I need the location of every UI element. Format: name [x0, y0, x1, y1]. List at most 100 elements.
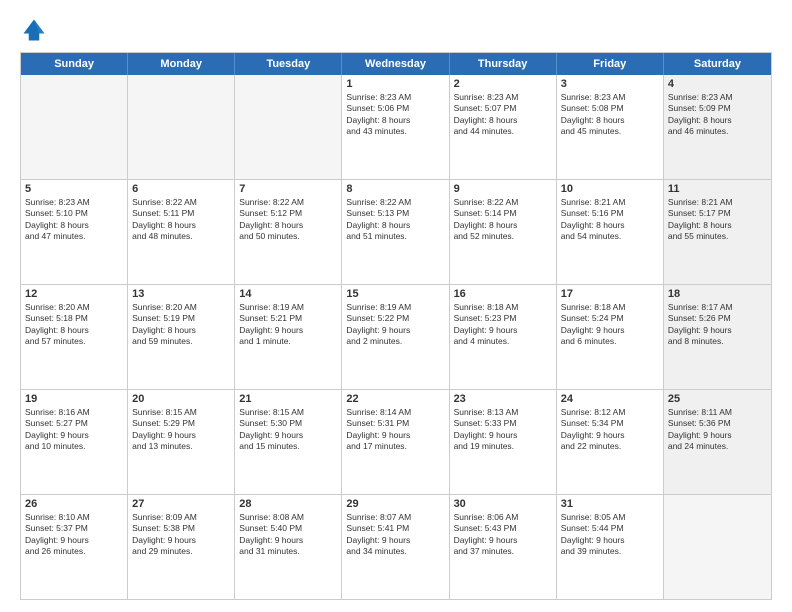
- cal-cell: 9 Sunrise: 8:22 AM Sunset: 5:14 PM Daylig…: [450, 180, 557, 284]
- day-number: 22: [346, 393, 444, 405]
- day-number: 24: [561, 393, 659, 405]
- day-number: 11: [668, 183, 767, 195]
- day-info: Sunrise: 8:21 AM Sunset: 5:16 PM Dayligh…: [561, 197, 659, 243]
- cal-cell: 5 Sunrise: 8:23 AM Sunset: 5:10 PM Daylig…: [21, 180, 128, 284]
- day-number: 5: [25, 183, 123, 195]
- cal-cell: 28Sunrise: 8:08 AM Sunset: 5:40 PM Dayli…: [235, 495, 342, 599]
- day-info: Sunrise: 8:20 AM Sunset: 5:19 PM Dayligh…: [132, 302, 230, 348]
- day-number: 19: [25, 393, 123, 405]
- header-day-saturday: Saturday: [664, 53, 771, 75]
- day-info: Sunrise: 8:20 AM Sunset: 5:18 PM Dayligh…: [25, 302, 123, 348]
- header-day-thursday: Thursday: [450, 53, 557, 75]
- cal-cell: 25 Sunrise: 8:11 AM Sunset: 5:36 PM Dayli…: [664, 390, 771, 494]
- day-number: 27: [132, 498, 230, 510]
- day-info: Sunrise: 8:23 AM Sunset: 5:08 PM Dayligh…: [561, 92, 659, 138]
- calendar: SundayMondayTuesdayWednesdayThursdayFrid…: [20, 52, 772, 600]
- day-number: 29: [346, 498, 444, 510]
- cal-cell: 26Sunrise: 8:10 AM Sunset: 5:37 PM Dayli…: [21, 495, 128, 599]
- cal-row-2: 12Sunrise: 8:20 AM Sunset: 5:18 PM Dayli…: [21, 284, 771, 389]
- day-info: Sunrise: 8:23 AM Sunset: 5:06 PM Dayligh…: [346, 92, 444, 138]
- day-number: 10: [561, 183, 659, 195]
- calendar-header-row: SundayMondayTuesdayWednesdayThursdayFrid…: [21, 53, 771, 75]
- header: [20, 16, 772, 44]
- logo-icon: [20, 16, 48, 44]
- cal-cell: 30 Sunrise: 8:06 AM Sunset: 5:43 PM Dayli…: [450, 495, 557, 599]
- cal-cell: 27Sunrise: 8:09 AM Sunset: 5:38 PM Dayli…: [128, 495, 235, 599]
- cal-cell: [21, 75, 128, 179]
- day-info: Sunrise: 8:07 AM Sunset: 5:41 PM Dayligh…: [346, 512, 444, 558]
- day-number: 14: [239, 288, 337, 300]
- day-info: Sunrise: 8:22 AM Sunset: 5:14 PM Dayligh…: [454, 197, 552, 243]
- header-day-tuesday: Tuesday: [235, 53, 342, 75]
- header-day-friday: Friday: [557, 53, 664, 75]
- calendar-body: 1 Sunrise: 8:23 AM Sunset: 5:06 PM Daylig…: [21, 75, 771, 599]
- cal-cell: 7Sunrise: 8:22 AM Sunset: 5:12 PM Daylig…: [235, 180, 342, 284]
- cal-row-0: 1 Sunrise: 8:23 AM Sunset: 5:06 PM Daylig…: [21, 75, 771, 179]
- cal-cell: 31 Sunrise: 8:05 AM Sunset: 5:44 PM Dayli…: [557, 495, 664, 599]
- cal-cell: [235, 75, 342, 179]
- cal-row-3: 19 Sunrise: 8:16 AM Sunset: 5:27 PM Dayli…: [21, 389, 771, 494]
- page: SundayMondayTuesdayWednesdayThursdayFrid…: [0, 0, 792, 612]
- cal-cell: 24 Sunrise: 8:12 AM Sunset: 5:34 PM Dayli…: [557, 390, 664, 494]
- cal-cell: 2 Sunrise: 8:23 AM Sunset: 5:07 PM Daylig…: [450, 75, 557, 179]
- day-number: 21: [239, 393, 337, 405]
- cal-row-1: 5 Sunrise: 8:23 AM Sunset: 5:10 PM Daylig…: [21, 179, 771, 284]
- day-info: Sunrise: 8:15 AM Sunset: 5:29 PM Dayligh…: [132, 407, 230, 453]
- day-info: Sunrise: 8:23 AM Sunset: 5:07 PM Dayligh…: [454, 92, 552, 138]
- day-info: Sunrise: 8:18 AM Sunset: 5:23 PM Dayligh…: [454, 302, 552, 348]
- cal-cell: [664, 495, 771, 599]
- day-number: 15: [346, 288, 444, 300]
- header-day-wednesday: Wednesday: [342, 53, 449, 75]
- cal-cell: 13Sunrise: 8:20 AM Sunset: 5:19 PM Dayli…: [128, 285, 235, 389]
- logo: [20, 16, 52, 44]
- day-info: Sunrise: 8:22 AM Sunset: 5:12 PM Dayligh…: [239, 197, 337, 243]
- day-number: 1: [346, 78, 444, 90]
- day-number: 28: [239, 498, 337, 510]
- cal-cell: 4Sunrise: 8:23 AM Sunset: 5:09 PM Daylig…: [664, 75, 771, 179]
- day-number: 16: [454, 288, 552, 300]
- header-day-monday: Monday: [128, 53, 235, 75]
- cal-cell: 10 Sunrise: 8:21 AM Sunset: 5:16 PM Dayli…: [557, 180, 664, 284]
- cal-cell: 17Sunrise: 8:18 AM Sunset: 5:24 PM Dayli…: [557, 285, 664, 389]
- cal-cell: 18 Sunrise: 8:17 AM Sunset: 5:26 PM Dayli…: [664, 285, 771, 389]
- cal-cell: 22 Sunrise: 8:14 AM Sunset: 5:31 PM Dayli…: [342, 390, 449, 494]
- cal-cell: 11Sunrise: 8:21 AM Sunset: 5:17 PM Dayli…: [664, 180, 771, 284]
- day-info: Sunrise: 8:06 AM Sunset: 5:43 PM Dayligh…: [454, 512, 552, 558]
- day-info: Sunrise: 8:13 AM Sunset: 5:33 PM Dayligh…: [454, 407, 552, 453]
- day-info: Sunrise: 8:05 AM Sunset: 5:44 PM Dayligh…: [561, 512, 659, 558]
- day-number: 8: [346, 183, 444, 195]
- day-info: Sunrise: 8:22 AM Sunset: 5:11 PM Dayligh…: [132, 197, 230, 243]
- day-info: Sunrise: 8:15 AM Sunset: 5:30 PM Dayligh…: [239, 407, 337, 453]
- day-info: Sunrise: 8:10 AM Sunset: 5:37 PM Dayligh…: [25, 512, 123, 558]
- day-number: 9: [454, 183, 552, 195]
- day-info: Sunrise: 8:19 AM Sunset: 5:22 PM Dayligh…: [346, 302, 444, 348]
- day-number: 20: [132, 393, 230, 405]
- cal-cell: 8 Sunrise: 8:22 AM Sunset: 5:13 PM Daylig…: [342, 180, 449, 284]
- day-number: 17: [561, 288, 659, 300]
- day-number: 3: [561, 78, 659, 90]
- day-info: Sunrise: 8:14 AM Sunset: 5:31 PM Dayligh…: [346, 407, 444, 453]
- cal-row-4: 26Sunrise: 8:10 AM Sunset: 5:37 PM Dayli…: [21, 494, 771, 599]
- cal-cell: 29 Sunrise: 8:07 AM Sunset: 5:41 PM Dayli…: [342, 495, 449, 599]
- day-info: Sunrise: 8:17 AM Sunset: 5:26 PM Dayligh…: [668, 302, 767, 348]
- cal-cell: 12Sunrise: 8:20 AM Sunset: 5:18 PM Dayli…: [21, 285, 128, 389]
- day-number: 6: [132, 183, 230, 195]
- day-info: Sunrise: 8:22 AM Sunset: 5:13 PM Dayligh…: [346, 197, 444, 243]
- day-number: 30: [454, 498, 552, 510]
- cal-cell: 6 Sunrise: 8:22 AM Sunset: 5:11 PM Daylig…: [128, 180, 235, 284]
- day-number: 2: [454, 78, 552, 90]
- cal-cell: [128, 75, 235, 179]
- day-info: Sunrise: 8:19 AM Sunset: 5:21 PM Dayligh…: [239, 302, 337, 348]
- cal-cell: 23Sunrise: 8:13 AM Sunset: 5:33 PM Dayli…: [450, 390, 557, 494]
- day-info: Sunrise: 8:12 AM Sunset: 5:34 PM Dayligh…: [561, 407, 659, 453]
- day-number: 25: [668, 393, 767, 405]
- cal-cell: 15 Sunrise: 8:19 AM Sunset: 5:22 PM Dayli…: [342, 285, 449, 389]
- day-info: Sunrise: 8:16 AM Sunset: 5:27 PM Dayligh…: [25, 407, 123, 453]
- day-number: 4: [668, 78, 767, 90]
- cal-cell: 3 Sunrise: 8:23 AM Sunset: 5:08 PM Daylig…: [557, 75, 664, 179]
- day-number: 31: [561, 498, 659, 510]
- day-info: Sunrise: 8:11 AM Sunset: 5:36 PM Dayligh…: [668, 407, 767, 453]
- day-info: Sunrise: 8:23 AM Sunset: 5:10 PM Dayligh…: [25, 197, 123, 243]
- day-number: 18: [668, 288, 767, 300]
- cal-cell: 16 Sunrise: 8:18 AM Sunset: 5:23 PM Dayli…: [450, 285, 557, 389]
